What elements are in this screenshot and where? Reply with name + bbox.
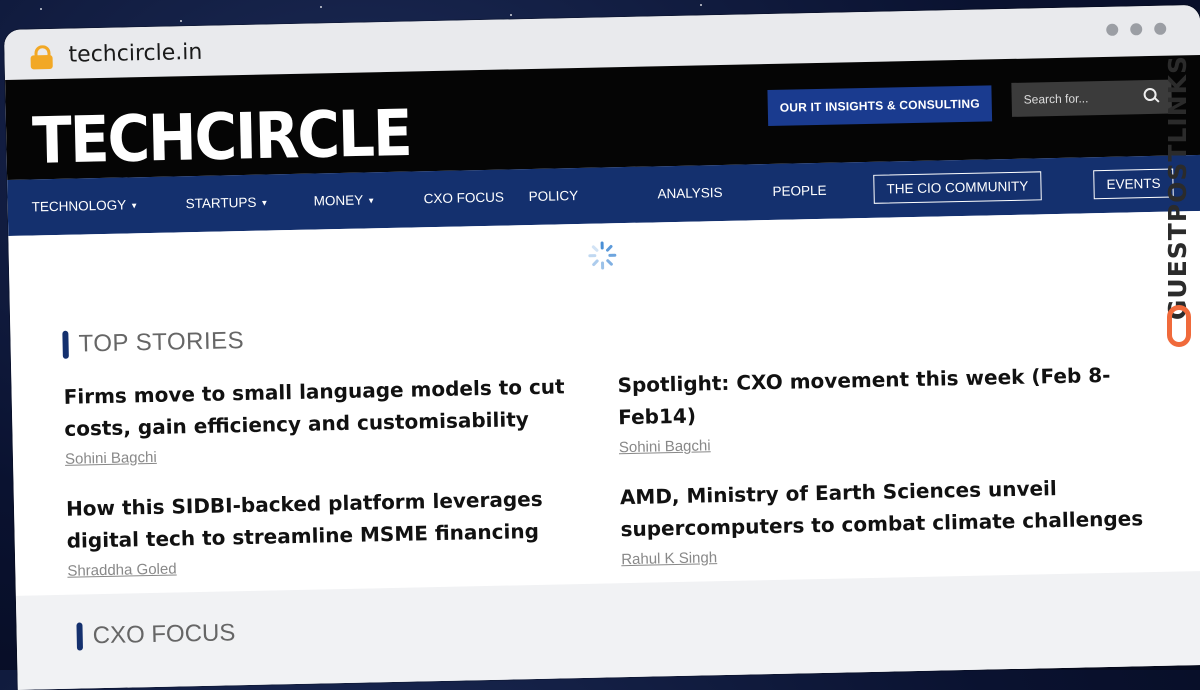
story-author[interactable]: Sohini Bagchi [65, 440, 605, 468]
loading-spinner-icon [588, 241, 618, 270]
section-title: TOP STORIES [78, 327, 245, 358]
section-title: CXO FOCUS [92, 619, 236, 650]
nav-item-cxo-focus[interactable]: CXO FOCUS [423, 190, 504, 207]
caret-down-icon: ▼ [367, 196, 376, 206]
star [180, 20, 182, 22]
story-card[interactable]: Spotlight: CXO movement this week (Feb 8… [617, 358, 1159, 456]
watermark-text: GUESTPOSTLINKS [1163, 55, 1192, 321]
top-stories-heading: TOP STORIES [62, 327, 244, 359]
lock-icon [30, 45, 53, 70]
site-logo[interactable]: TECHCIRCLE [32, 96, 412, 179]
watermark: GUESTPOSTLINKS [1155, 55, 1200, 355]
star [510, 14, 512, 16]
star [700, 4, 702, 6]
story-title[interactable]: How this SIDBI-backed platform leverages… [66, 482, 607, 557]
window-dot-icon[interactable] [1130, 23, 1143, 36]
browser-window: techcircle.in TECHCIRCLE OUR IT INSIGHTS… [4, 4, 1200, 690]
story-card[interactable]: Firms move to small language models to c… [63, 370, 605, 468]
caret-down-icon: ▼ [260, 198, 269, 208]
nav-item-cio-community[interactable]: THE CIO COMMUNITY [873, 171, 1042, 204]
story-author[interactable]: Sohini Bagchi [619, 428, 1159, 456]
story-title[interactable]: Firms move to small language models to c… [63, 370, 604, 445]
window-dot-icon[interactable] [1106, 23, 1119, 36]
story-card[interactable]: AMD, Ministry of Earth Sciences unveil s… [620, 470, 1162, 568]
nav-label: TECHNOLOGY [31, 197, 127, 215]
nav-item-money[interactable]: MONEY ▼ [313, 192, 376, 209]
search-input[interactable]: Search for... [1011, 79, 1173, 117]
story-title[interactable]: AMD, Ministry of Earth Sciences unveil s… [620, 470, 1161, 545]
nav-item-analysis[interactable]: ANALYSIS [657, 185, 722, 201]
link-chain-icon [1167, 305, 1191, 347]
consulting-button[interactable]: OUR IT INSIGHTS & CONSULTING [767, 85, 993, 127]
window-controls [1094, 22, 1167, 42]
story-title[interactable]: Spotlight: CXO movement this week (Feb 8… [617, 358, 1158, 433]
main-content: TOP STORIES Firms move to small language… [8, 210, 1200, 596]
heading-accent-bar [76, 622, 84, 651]
story-author[interactable]: Rahul K Singh [621, 540, 1161, 568]
nav-label: MONEY [313, 192, 364, 209]
nav-item-people[interactable]: PEOPLE [772, 183, 826, 199]
heading-accent-bar [62, 330, 69, 359]
cxo-focus-heading: CXO FOCUS [76, 619, 236, 651]
nav-item-policy[interactable]: POLICY [528, 188, 578, 204]
nav-item-startups[interactable]: STARTUPS ▼ [185, 194, 269, 212]
nav-item-technology[interactable]: TECHNOLOGY ▼ [32, 197, 139, 214]
nav-label: STARTUPS [185, 194, 257, 212]
address-bar[interactable]: techcircle.in [68, 40, 202, 68]
window-dot-icon[interactable] [1154, 22, 1167, 35]
story-card[interactable]: How this SIDBI-backed platform leverages… [66, 482, 608, 580]
star [320, 6, 322, 8]
star [40, 8, 42, 10]
story-author[interactable]: Shraddha Goled [67, 551, 607, 580]
search-placeholder: Search for... [1023, 91, 1089, 107]
caret-down-icon: ▼ [130, 201, 139, 211]
